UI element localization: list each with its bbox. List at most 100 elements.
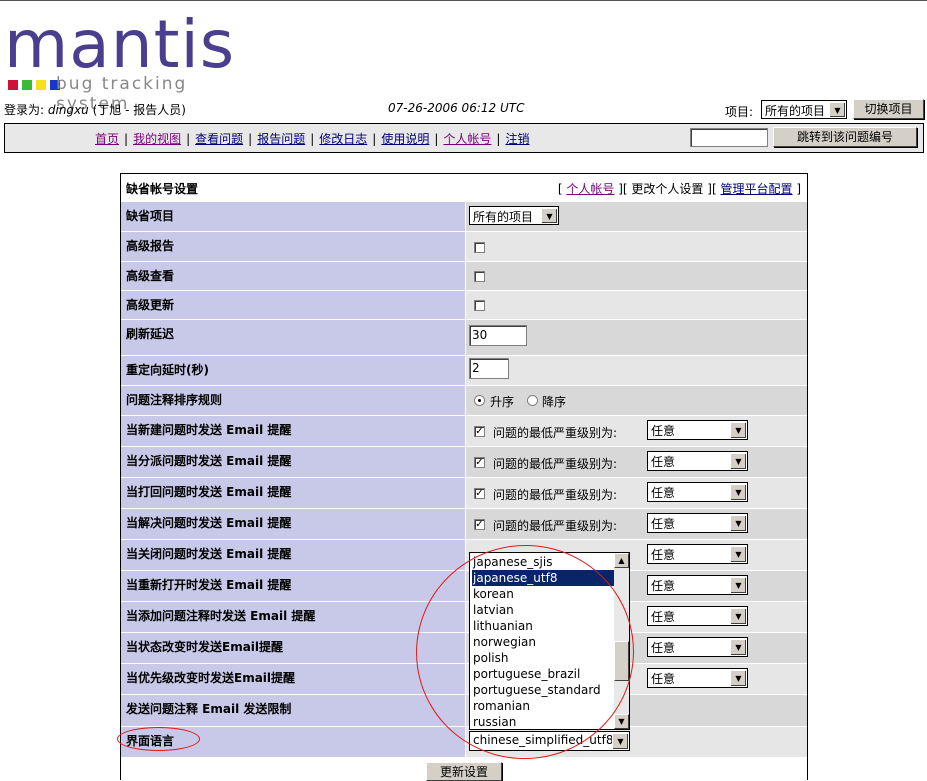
chevron-down-icon: ▼ — [730, 670, 746, 686]
label-email-note-limit: 发送问题注释 Email 发送限制 — [126, 702, 292, 716]
label-email-priority: 当优先级改变时发送Email提醒 — [126, 671, 296, 685]
row-email-feedback: 当打回问题时发送 Email 提醒 ✓ 问题的最低严重级别为: 任意 ▼ — [121, 478, 807, 508]
redirect-delay-input[interactable]: 2 — [469, 358, 509, 379]
advanced-report-checkbox[interactable] — [474, 242, 485, 253]
my-account-link[interactable]: 个人帐号 — [566, 182, 614, 196]
menu-item-my-account[interactable]: 个人帐号 — [443, 132, 491, 146]
advanced-update-checkbox[interactable] — [474, 300, 485, 311]
annotation-circle-language-label — [117, 727, 200, 751]
email-new-severity-select[interactable]: 任意 ▼ — [647, 420, 748, 440]
jump-to-issue-button[interactable]: 跳转到该问题编号 — [773, 127, 917, 147]
label-email-resolved: 当解决问题时发送 Email 提醒 — [126, 516, 292, 530]
email-feedback-checkbox[interactable]: ✓ — [474, 488, 485, 499]
menu-items: 首页 | 我的视图 | 查看问题 | 报告问题 | 修改日志 | 使用说明 | 个人帐号 | 注销 — [95, 130, 529, 147]
manage-config-link[interactable]: 管理平台配置 — [720, 182, 792, 196]
menu-sep: | — [248, 132, 253, 146]
chevron-down-icon: ▼ — [730, 577, 746, 593]
chevron-down-icon: ▼ — [730, 639, 746, 655]
label-default-project: 缺省项目 — [126, 209, 175, 223]
severity-value: 任意 — [651, 548, 676, 562]
chevron-down-icon: ▼ — [730, 608, 746, 624]
label-email-reopened: 当重新打开时发送 Email 提醒 — [126, 578, 292, 592]
logo-word: mantis — [4, 6, 236, 83]
username: dingxu — [47, 103, 89, 117]
project-select[interactable]: 所有的项目 ▼ — [761, 100, 847, 119]
severity-value: 任意 — [651, 424, 676, 438]
severity-value: 任意 — [651, 641, 676, 655]
menu-item-view-issues[interactable]: 查看问题 — [195, 132, 243, 146]
menu-item-my-view[interactable]: 我的视图 — [133, 132, 181, 146]
menu-sep: | — [496, 132, 501, 146]
label-note-order: 问题注释排序规则 — [126, 393, 223, 407]
severity-value: 任意 — [651, 610, 676, 624]
main-menu-bar: 首页 | 我的视图 | 查看问题 | 报告问题 | 修改日志 | 使用说明 | 个人帐号 | 注销 跳转到该… — [4, 123, 924, 153]
update-prefs-button[interactable]: 更新设置 — [426, 762, 502, 781]
chevron-down-icon: ▼ — [730, 453, 746, 469]
mantis-logo[interactable]: mantis bug tracking system — [4, 6, 264, 115]
severity-value: 任意 — [651, 517, 676, 531]
default-project-value: 所有的项目 — [473, 210, 534, 224]
scroll-down-icon[interactable]: ▼ — [614, 714, 629, 729]
row-email-new: 当新建问题时发送 Email 提醒 ✓ 问题的最低严重级别为: 任意 ▼ — [121, 416, 807, 446]
prefs-header: 缺省帐号设置 [ 个人帐号 ][ 更改个人设置 ][ 管理平台配置 ] — [121, 174, 807, 201]
label-email-bugnote: 当添加问题注释时发送 Email 提醒 — [126, 609, 316, 623]
row-note-order: 问题注释排序规则 升序 降序 — [121, 386, 807, 415]
email-reopened-severity-select[interactable]: 任意 ▼ — [647, 575, 748, 595]
email-priority-severity-select[interactable]: 任意 ▼ — [647, 668, 748, 688]
menu-sep: | — [310, 132, 315, 146]
project-label: 项目: — [725, 105, 754, 119]
order-desc-radio[interactable] — [527, 395, 538, 406]
email-closed-severity-select[interactable]: 任意 ▼ — [647, 544, 748, 564]
chevron-down-icon: ▼ — [612, 733, 628, 749]
issue-id-input[interactable] — [690, 128, 768, 147]
label-refresh-delay: 刷新延迟 — [126, 327, 175, 341]
email-resolved-checkbox[interactable]: ✓ — [474, 519, 485, 530]
min-severity-label: 问题的最低严重级别为: — [493, 488, 618, 502]
default-project-select[interactable]: 所有的项目 ▼ — [469, 206, 559, 225]
row-default-project: 缺省项目 所有的项目 ▼ — [121, 202, 807, 231]
menu-item-report-issue[interactable]: 报告问题 — [257, 132, 305, 146]
email-resolved-severity-select[interactable]: 任意 ▼ — [647, 513, 748, 533]
logo-square-red — [8, 80, 18, 90]
menu-item-changelog[interactable]: 修改日志 — [319, 132, 367, 146]
top-border — [0, 0, 927, 1]
bracket: ][ — [707, 182, 717, 196]
label-email-new: 当新建问题时发送 Email 提醒 — [126, 423, 292, 437]
refresh-delay-input[interactable]: 30 — [469, 325, 527, 346]
row-email-assigned: 当分派问题时发送 Email 提醒 ✓ 问题的最低严重级别为: 任意 ▼ — [121, 447, 807, 477]
order-asc-radio[interactable] — [474, 395, 485, 406]
email-status-severity-select[interactable]: 任意 ▼ — [647, 637, 748, 657]
bracket: ][ — [618, 182, 628, 196]
row-advanced-update: 高级更新 — [121, 291, 807, 319]
label-email-assigned: 当分派问题时发送 Email 提醒 — [126, 454, 292, 468]
min-severity-label: 问题的最低严重级别为: — [493, 426, 618, 440]
menu-item-logout[interactable]: 注销 — [505, 132, 529, 146]
chevron-down-icon: ▼ — [829, 102, 845, 117]
advanced-view-checkbox[interactable] — [474, 271, 485, 282]
menu-item-docs[interactable]: 使用说明 — [381, 132, 429, 146]
severity-value: 任意 — [651, 455, 676, 469]
menu-sep: | — [434, 132, 439, 146]
change-prefs-current: 更改个人设置 — [631, 182, 704, 196]
logo-square-yellow — [36, 80, 46, 90]
email-assigned-severity-select[interactable]: 任意 ▼ — [647, 451, 748, 471]
project-select-value: 所有的项目 — [765, 104, 826, 118]
email-assigned-checkbox[interactable]: ✓ — [474, 457, 485, 468]
prefs-title: 缺省帐号设置 — [126, 182, 199, 196]
switch-project-button[interactable]: 切换项目 — [853, 99, 924, 119]
prefs-nav: [ 个人帐号 ][ 更改个人设置 ][ 管理平台配置 ] — [558, 180, 801, 197]
logo-square-green — [22, 80, 32, 90]
email-bugnote-severity-select[interactable]: 任意 ▼ — [647, 606, 748, 626]
email-new-checkbox[interactable]: ✓ — [474, 426, 485, 437]
menu-item-home[interactable]: 首页 — [95, 132, 119, 146]
email-feedback-severity-select[interactable]: 任意 ▼ — [647, 482, 748, 502]
row-email-resolved: 当解决问题时发送 Email 提醒 ✓ 问题的最低严重级别为: 任意 ▼ — [121, 509, 807, 539]
chevron-down-icon: ▼ — [730, 515, 746, 531]
login-info: 登录为: dingxu (丁旭 - 报告人员) — [4, 101, 186, 118]
scroll-up-icon[interactable]: ▲ — [614, 553, 629, 568]
severity-value: 任意 — [651, 672, 676, 686]
current-datetime: 07-26-2006 06:12 UTC — [388, 101, 525, 115]
label-redirect-delay: 重定向延时(秒) — [126, 363, 209, 377]
row-advanced-report: 高级报告 — [121, 232, 807, 261]
row-advanced-view: 高级查看 — [121, 262, 807, 290]
